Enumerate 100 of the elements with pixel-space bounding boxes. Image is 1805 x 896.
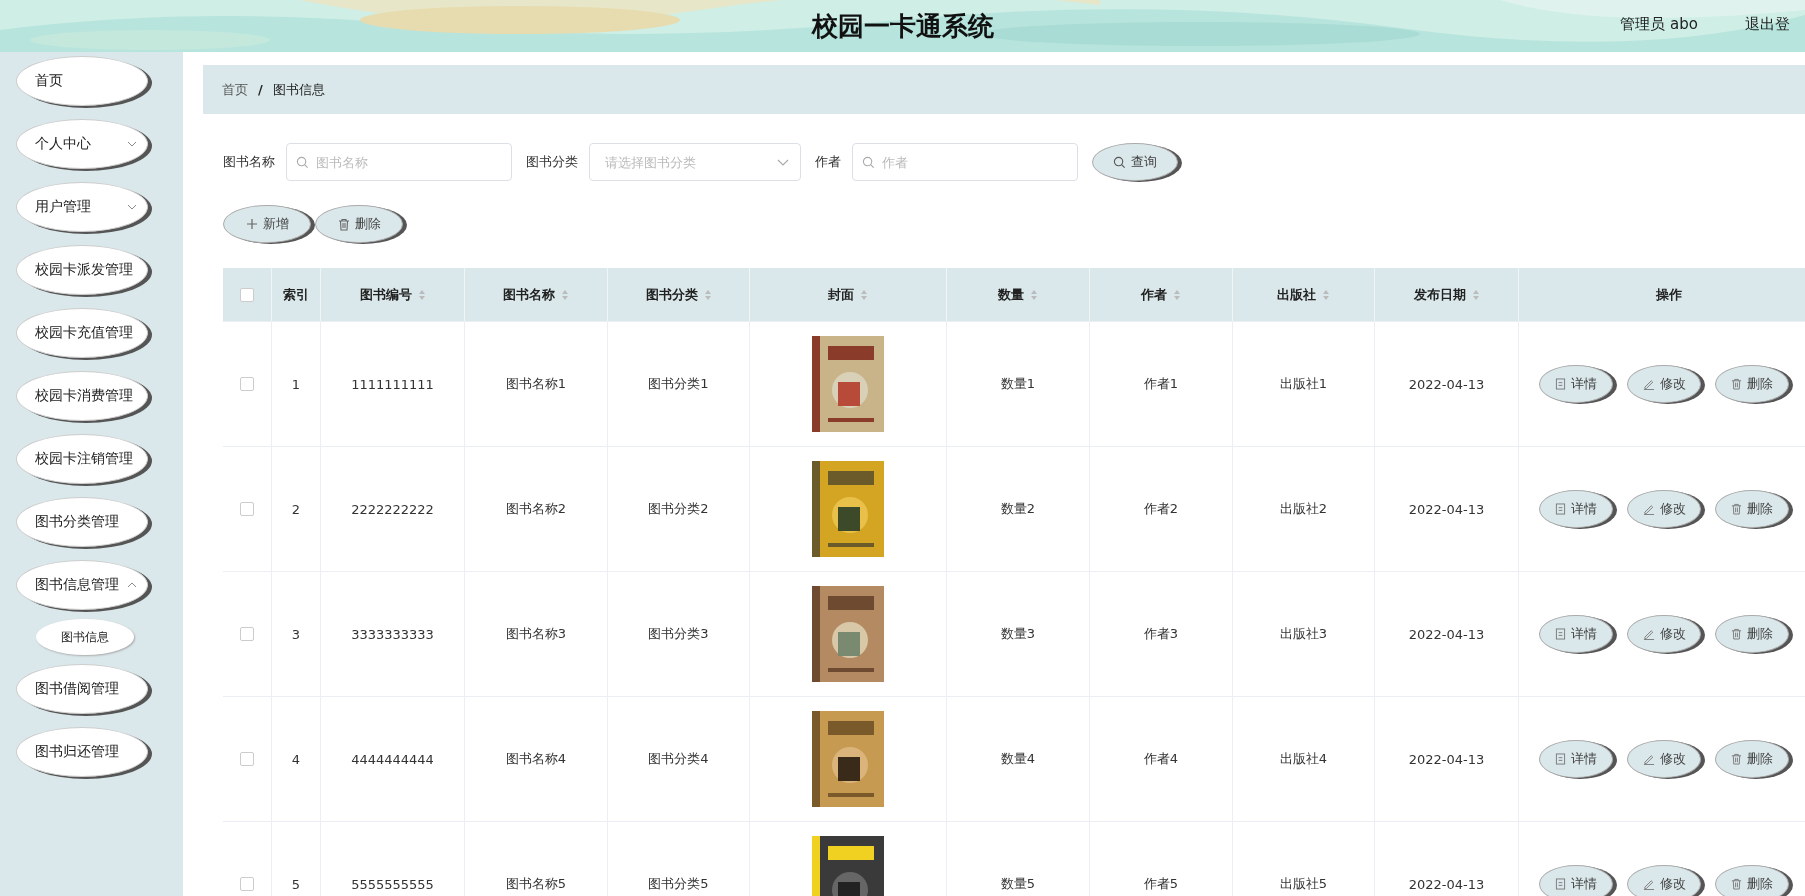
- delete-button[interactable]: 删除: [1715, 740, 1789, 778]
- document-icon: [1555, 878, 1566, 890]
- pencil-icon: [1642, 503, 1655, 515]
- column-header: 索引: [283, 285, 309, 304]
- menu-item[interactable]: 用户管理: [16, 182, 148, 232]
- sort-icon[interactable]: [1173, 288, 1181, 301]
- table-cell: 5555555555: [351, 876, 434, 892]
- table-cell: 图书名称5: [505, 875, 567, 893]
- table-cell: 图书分类3: [648, 625, 709, 643]
- user-name: 管理员 abo: [1620, 15, 1698, 34]
- filter-label: 图书名称: [223, 153, 275, 171]
- search-icon: [296, 156, 309, 169]
- document-icon: [1555, 628, 1566, 640]
- trash-icon: [1731, 378, 1742, 390]
- sort-icon[interactable]: [1471, 288, 1480, 301]
- table-cell: 图书名称2: [505, 500, 567, 518]
- table-cell: 2022-04-13: [1408, 501, 1485, 517]
- table-cell: 数量5: [1000, 875, 1036, 893]
- row-checkbox[interactable]: [240, 752, 254, 766]
- table-cell: 作者3: [1143, 625, 1179, 643]
- detail-button[interactable]: 详情: [1539, 365, 1613, 403]
- detail-button[interactable]: 详情: [1539, 865, 1613, 896]
- table-cell: 2022-04-13: [1408, 876, 1485, 892]
- trash-icon: [1731, 503, 1742, 515]
- chevron-icon: [127, 141, 137, 147]
- table-cell: 出版社2: [1279, 500, 1328, 518]
- table-cell: 2022-04-13: [1408, 376, 1485, 392]
- delete-button[interactable]: 删除: [1715, 490, 1789, 528]
- edit-button[interactable]: 修改: [1627, 615, 1701, 653]
- breadcrumb-link[interactable]: 首页: [222, 80, 248, 99]
- submenu-item[interactable]: 图书信息: [36, 619, 134, 655]
- detail-button[interactable]: 详情: [1539, 490, 1613, 528]
- sort-icon[interactable]: [561, 288, 569, 301]
- menu-item[interactable]: 图书归还管理: [16, 727, 148, 777]
- search-field[interactable]: 作者: [852, 143, 1078, 181]
- breadcrumb-separator: /: [258, 82, 263, 97]
- table-cell: 数量1: [1000, 375, 1036, 393]
- table-cell: 出版社5: [1279, 875, 1328, 893]
- edit-button[interactable]: 修改: [1627, 865, 1701, 896]
- table-cell: 图书名称3: [505, 625, 567, 643]
- menu-item[interactable]: 图书信息管理: [16, 560, 148, 610]
- category-select[interactable]: 请选择图书分类: [589, 143, 801, 181]
- table-cell: 出版社4: [1279, 750, 1328, 768]
- delete-button[interactable]: 删除: [1715, 365, 1789, 403]
- row-checkbox[interactable]: [240, 627, 254, 641]
- column-header: 图书编号: [359, 285, 412, 304]
- table-cell: 数量4: [1000, 750, 1036, 768]
- breadcrumb-link[interactable]: 图书信息: [272, 80, 325, 99]
- select-all-checkbox[interactable]: [240, 287, 254, 302]
- filter-label: 图书分类: [526, 153, 578, 171]
- column-header: 发布日期: [1413, 285, 1466, 304]
- menu-item[interactable]: 校园卡注销管理: [16, 434, 148, 484]
- search-icon: [1113, 155, 1126, 169]
- table-cell: 2: [291, 501, 301, 517]
- row-checkbox[interactable]: [240, 502, 254, 516]
- menu-item[interactable]: 图书分类管理: [16, 497, 148, 547]
- delete-button[interactable]: 删除: [1715, 865, 1789, 896]
- sort-icon[interactable]: [417, 288, 426, 301]
- column-header: 操作: [1655, 285, 1682, 304]
- logout-link[interactable]: 退出登: [1745, 15, 1805, 34]
- table-cell: 作者1: [1143, 375, 1179, 393]
- menu-item[interactable]: 校园卡充值管理: [16, 308, 148, 358]
- chevron-icon: [127, 582, 137, 588]
- delete-button[interactable]: 删除: [315, 205, 403, 243]
- table-cell: 2222222222: [351, 501, 434, 517]
- sort-icon[interactable]: [860, 288, 868, 301]
- document-icon: [1555, 378, 1566, 390]
- menu-item[interactable]: 个人中心: [16, 119, 148, 169]
- column-header: 图书名称: [503, 285, 555, 304]
- row-checkbox[interactable]: [240, 877, 254, 891]
- detail-button[interactable]: 详情: [1539, 615, 1613, 653]
- trash-icon: [337, 217, 350, 231]
- menu-item[interactable]: 图书借阅管理: [16, 664, 148, 714]
- table-cell: 作者4: [1143, 750, 1179, 768]
- menu-item[interactable]: 首页: [16, 56, 148, 106]
- edit-button[interactable]: 修改: [1627, 365, 1701, 403]
- filter-label: 作者: [815, 153, 841, 171]
- edit-button[interactable]: 修改: [1627, 490, 1701, 528]
- search-field[interactable]: 图书名称: [286, 143, 512, 181]
- app-title: 校园一卡通系统: [811, 9, 994, 43]
- sort-icon[interactable]: [703, 288, 712, 301]
- table-cell: 4444444444: [351, 751, 434, 767]
- table-cell: 3: [291, 626, 301, 642]
- add-button[interactable]: 新增: [223, 205, 311, 243]
- sort-icon[interactable]: [1030, 288, 1038, 301]
- column-header: 出版社: [1277, 285, 1316, 304]
- table-cell: 图书分类2: [648, 500, 709, 518]
- menu-item[interactable]: 校园卡消费管理: [16, 371, 148, 421]
- menu-item[interactable]: 校园卡派发管理: [16, 245, 148, 295]
- column-header: 数量: [998, 285, 1024, 304]
- query-button[interactable]: 查询: [1092, 143, 1178, 181]
- table-cell: 作者5: [1143, 875, 1179, 893]
- edit-button[interactable]: 修改: [1627, 740, 1701, 778]
- row-checkbox[interactable]: [240, 377, 254, 391]
- plus-icon: [245, 218, 258, 230]
- table-cell: 3333333333: [351, 626, 434, 642]
- sort-icon[interactable]: [1322, 288, 1330, 301]
- table-cell: 5: [291, 876, 301, 892]
- detail-button[interactable]: 详情: [1539, 740, 1613, 778]
- delete-button[interactable]: 删除: [1715, 615, 1789, 653]
